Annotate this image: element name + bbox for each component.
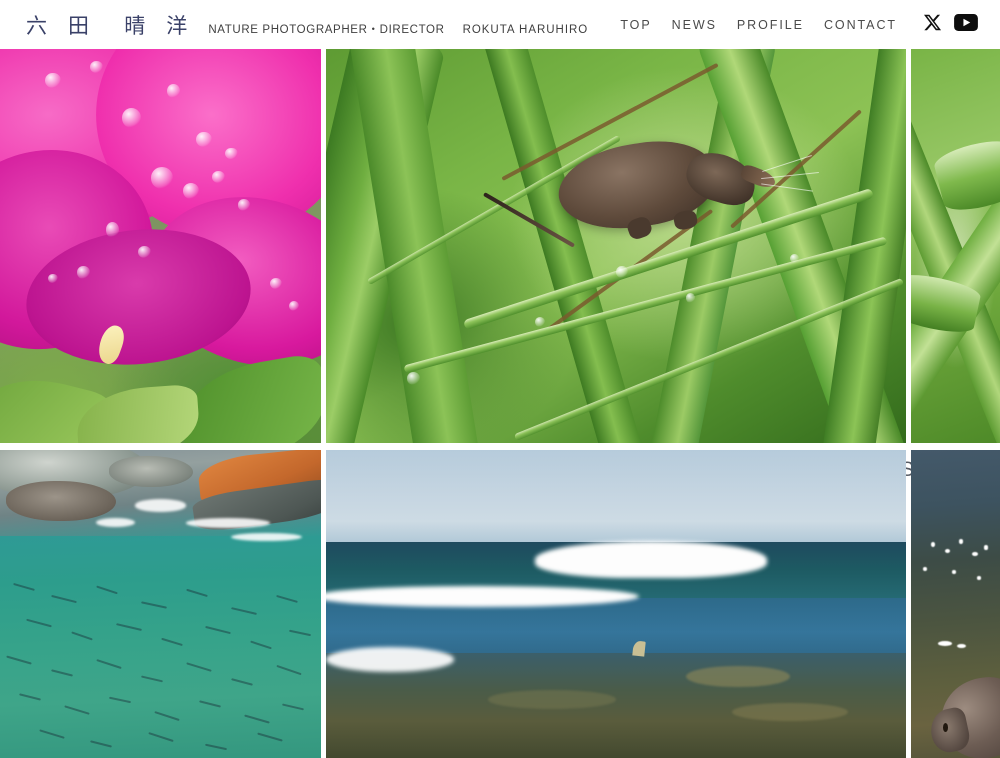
x-twitter-icon[interactable] xyxy=(923,13,942,37)
youtube-icon[interactable] xyxy=(954,13,978,36)
photo-gallery: Pink wild rose blossom covered in water … xyxy=(0,49,1000,758)
gallery-item-fish-school[interactable]: School of fish in clear turquoise coasta… xyxy=(0,450,321,758)
gallery-row-1: Pink wild rose blossom covered in water … xyxy=(0,49,1000,443)
nav-item-top[interactable]: TOP xyxy=(620,18,651,32)
gallery-row-2: School of fish in clear turquoise coasta… xyxy=(0,450,1000,758)
gallery-item-waves[interactable]: Breaking ocean waves over a shallow rock… xyxy=(326,450,906,758)
nav-item-contact[interactable]: CONTACT xyxy=(824,18,897,32)
photo-fish-school xyxy=(0,450,321,758)
brand-subtitle: NATURE PHOTOGRAPHER・DIRECTOR xyxy=(208,23,445,36)
nav-item-news[interactable]: NEWS xyxy=(672,18,717,32)
gallery-item-rose[interactable]: Pink wild rose blossom covered in water … xyxy=(0,49,321,443)
brand-name-romaji: ROKUTA HARUHIRO xyxy=(462,23,589,36)
photo-rose xyxy=(0,49,321,443)
photo-salmon xyxy=(911,450,1000,758)
site-header: 六 田 晴 洋 NATURE PHOTOGRAPHER・DIRECTOR ROK… xyxy=(0,0,1000,49)
brand-name-kanji: 六 田 晴 洋 xyxy=(26,13,195,38)
gallery-item-grass[interactable]: Close-up of sunlit green grass blades xyxy=(911,49,1000,443)
photo-shrew xyxy=(326,49,906,443)
social-links xyxy=(923,13,978,37)
gallery-item-shrew[interactable]: Shrew perched on a dew covered grass bla… xyxy=(326,49,906,443)
nav-item-profile[interactable]: PROFILE xyxy=(737,18,804,32)
main-navigation: TOP NEWS PROFILE CONTACT xyxy=(620,13,1000,37)
photo-waves xyxy=(326,450,906,758)
brand-logo[interactable]: 六 田 晴 洋 NATURE PHOTOGRAPHER・DIRECTOR ROK… xyxy=(0,10,588,40)
gallery-item-salmon[interactable]: Salmon swimming in shallow sunlit water xyxy=(911,450,1000,758)
photo-grass xyxy=(911,49,1000,443)
